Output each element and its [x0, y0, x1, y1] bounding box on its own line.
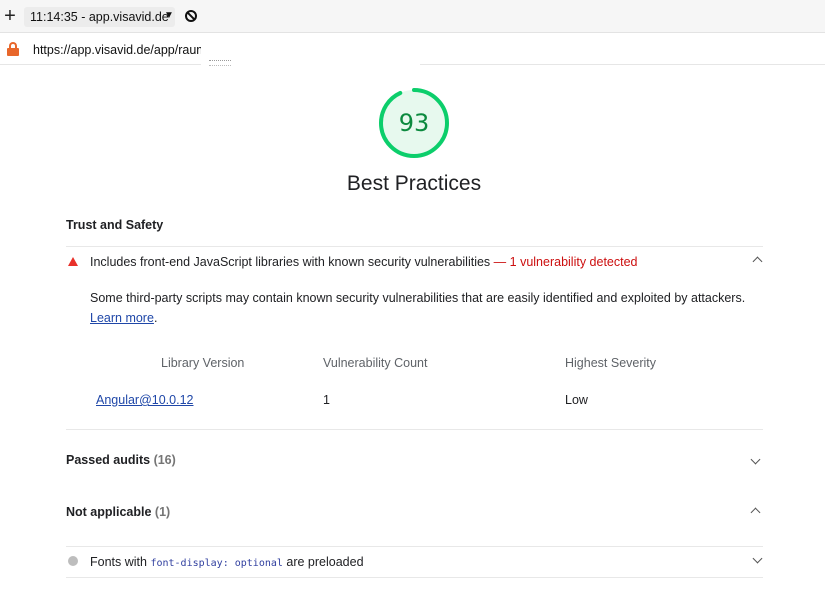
audit-title-text: Includes front-end JavaScript libraries …	[90, 255, 491, 269]
score-value: 93	[398, 109, 430, 137]
score-gauge: 93	[377, 86, 451, 160]
divider	[66, 429, 763, 430]
passed-audits-count: (16)	[153, 453, 176, 467]
chevron-down-icon[interactable]	[753, 555, 761, 563]
new-tab-plus-icon[interactable]: +	[3, 5, 17, 27]
chevron-up-icon[interactable]	[753, 255, 761, 263]
not-applicable-circle-icon	[68, 556, 78, 566]
table-header-count: Vulnerability Count	[323, 356, 428, 370]
library-link[interactable]: Angular@10.0.12	[96, 392, 193, 408]
na-audit-code: font-display: optional	[150, 558, 283, 569]
learn-more-suffix: .	[153, 311, 158, 325]
audit-font-display-preload[interactable]: Fonts with font-display: optional are pr…	[66, 547, 763, 577]
audit-separator: —	[493, 255, 507, 269]
url-text[interactable]: https://app.visavid.de/app/raum/	[33, 42, 201, 58]
audit-title: Fonts with font-display: optional are pr…	[90, 554, 364, 572]
audit-display-value: 1 vulnerability detected	[509, 255, 638, 269]
highest-severity: Low	[565, 393, 588, 407]
not-applicable-toggle[interactable]: Not applicable (1)	[66, 504, 170, 520]
table-header-severity: Highest Severity	[565, 356, 657, 370]
learn-more-link[interactable]: Learn more	[90, 311, 154, 325]
not-applicable-label: Not applicable	[66, 505, 152, 519]
table-header-library: Library Version	[161, 356, 245, 370]
warning-triangle-icon	[68, 257, 78, 266]
redaction-mark	[209, 60, 231, 66]
passed-audits-label: Passed audits	[66, 453, 151, 467]
chevron-down-icon[interactable]	[751, 456, 759, 464]
na-audit-suffix: are preloaded	[286, 555, 364, 569]
audit-description: Some third-party scripts may contain kno…	[90, 288, 750, 328]
chevron-up-icon[interactable]	[751, 506, 759, 514]
block-icon[interactable]	[185, 10, 197, 22]
lock-icon[interactable]	[7, 42, 19, 56]
audit-title: Includes front-end JavaScript libraries …	[90, 254, 638, 270]
passed-audits-toggle[interactable]: Passed audits (16)	[66, 452, 176, 468]
not-applicable-count: (1)	[154, 505, 171, 519]
group-title-trust-and-safety: Trust and Safety	[66, 218, 164, 232]
audit-description-text: Some third-party scripts may contain kno…	[90, 291, 746, 305]
redacted-area	[201, 33, 420, 67]
na-audit-prefix: Fonts with	[90, 555, 147, 569]
dropdown-caret-icon[interactable]: ▼	[164, 9, 176, 23]
divider	[66, 577, 763, 578]
vulnerability-count: 1	[323, 393, 330, 407]
audit-vulnerable-libraries[interactable]: Includes front-end JavaScript libraries …	[66, 247, 763, 277]
tab-info[interactable]: 11:14:35 - app.visavid.de	[24, 7, 175, 27]
browser-top-bar: + 11:14:35 - app.visavid.de ▼	[0, 0, 825, 33]
category-title: Best Practices	[346, 172, 482, 195]
